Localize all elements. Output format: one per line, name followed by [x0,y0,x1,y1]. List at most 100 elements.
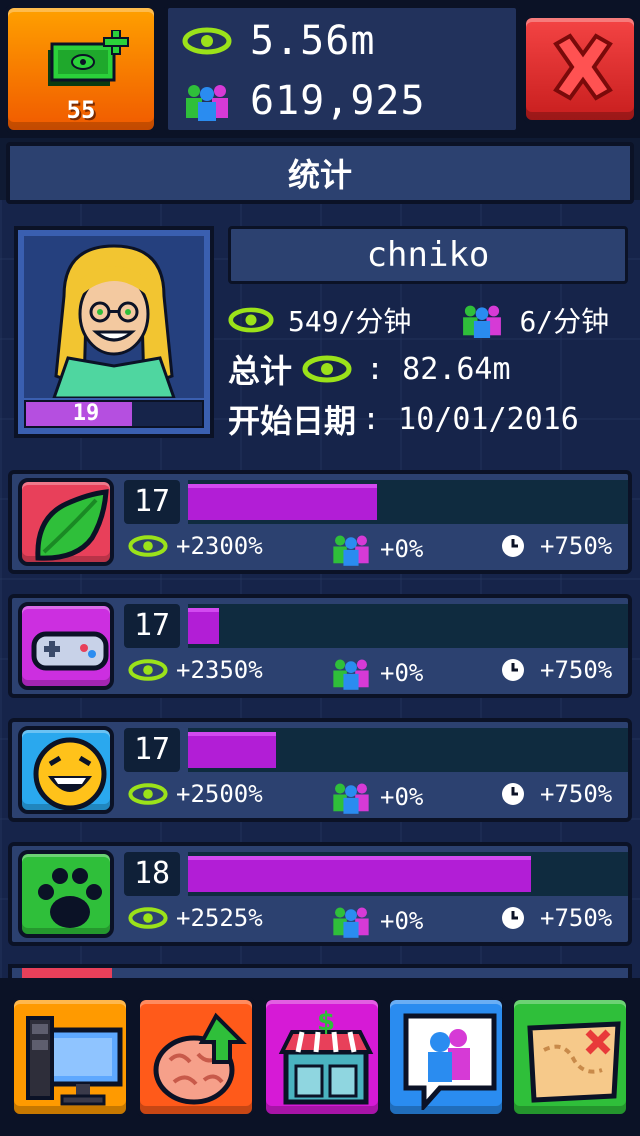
close-button[interactable] [522,14,638,124]
time-bonus: +750% [540,532,613,560]
followers-icon [333,907,369,938]
views-total: 5.56m [250,18,376,64]
brain-upgrade-icon [153,1012,247,1105]
category-card[interactable]: 17 +2300% +0% +750% [8,470,632,574]
followers-icon [333,535,369,566]
category-card[interactable]: 17 +2500% +0% +750% [8,718,632,822]
cash-button[interactable]: 55 [4,4,158,134]
category-progress-fill [188,856,532,892]
category-card[interactable]: 18 +2525% +0% +750% [8,842,632,946]
category-progress-track [188,480,628,524]
category-progress-track [188,604,628,648]
eye-icon [182,27,232,55]
category-icon-button[interactable] [18,850,114,938]
eye-icon [128,659,168,681]
page-title: 统计 [287,156,352,194]
player-name: chniko [366,235,490,275]
eye-icon [302,355,352,383]
map-icon [527,1021,621,1103]
eye-icon [228,307,274,333]
followers-total: 619,925 [250,78,426,124]
followers-icon [463,305,502,338]
bottom-nav: $ [0,978,640,1136]
views-bonus-stat: +2525% [128,904,263,932]
category-icon-button[interactable] [18,478,114,566]
time-bonus-stat: +750% [500,532,612,560]
category-progress-fill [188,732,276,768]
time-bonus-stat: +750% [500,904,612,932]
category-card[interactable]: 17 +2350% +0% +750% [8,594,632,698]
streamer-avatar-icon [24,236,204,398]
paw-icon [38,868,102,928]
category-progress-fill [188,484,378,520]
nav-shop-button[interactable]: $ [262,996,382,1118]
time-bonus-stat: +750% [500,780,612,808]
category-progress-track [188,728,628,772]
cash-plus-icon [48,30,129,86]
rate-row: 549/分钟 6/分钟 [228,300,638,340]
top-bar: 55 5.56m 619,925 [0,0,640,138]
clock-icon [502,659,524,681]
followers-icon [186,85,228,121]
total-views: : 82.64m [366,351,511,387]
followers-icon [333,783,369,814]
eye-icon [128,535,168,557]
nav-map-button[interactable] [510,996,630,1118]
svg-text:$: $ [317,1010,335,1037]
views-bonus: +2500% [176,780,263,808]
shop-icon: $ [278,1010,374,1105]
views-bonus-stat: +2300% [128,532,263,560]
time-bonus: +750% [540,904,613,932]
category-progress-fill [188,608,219,644]
nav-upgrade-button[interactable] [136,996,256,1118]
followers-bonus: +0% [380,535,424,563]
eye-icon [128,907,168,929]
category-level: 17 [124,728,180,772]
views-total-line: 5.56m [182,18,375,64]
total-label: 总计 [228,352,293,390]
views-bonus-stat: +2500% [128,780,263,808]
views-bonus-stat: +2350% [128,656,263,684]
category-level: 17 [124,480,180,524]
clock-icon [502,783,524,805]
streaming-setup-icon [26,1016,123,1106]
page-title-bar: 统计 [6,142,634,204]
followers-bonus-stat: +0% [330,904,423,938]
player-level: 19 [72,401,100,426]
clock-icon [502,907,524,929]
totals-panel: 5.56m 619,925 [164,4,520,134]
eye-icon [128,783,168,805]
player-name-box: chniko [228,226,628,284]
views-rate: 549/分钟 [288,305,412,338]
followers-rate: 6/分钟 [519,305,610,338]
views-bonus: +2300% [176,532,263,560]
category-icon-button[interactable] [18,602,114,690]
start-date: : 10/01/2016 [362,401,579,437]
views-bonus: +2525% [176,904,263,932]
avatar-frame: 19 [14,226,214,438]
leaf-icon [35,489,109,561]
chat-people-icon [403,1013,497,1110]
category-icon-button[interactable] [18,726,114,814]
gamepad-icon [31,631,109,671]
category-level: 18 [124,852,180,896]
followers-bonus-stat: +0% [330,532,423,566]
followers-bonus-stat: +0% [330,656,423,690]
start-date-label: 开始日期 [228,402,357,440]
laughing-face-icon [33,737,107,811]
cash-count: 55 [66,96,96,124]
clock-icon [502,535,524,557]
category-level: 17 [124,604,180,648]
followers-icon [333,659,369,690]
followers-bonus: +0% [380,659,424,687]
followers-bonus: +0% [380,783,424,811]
views-bonus: +2350% [176,656,263,684]
avatar [24,236,204,398]
total-views-line: 总计 : 82.64m [228,346,511,392]
nav-social-button[interactable] [386,996,506,1118]
time-bonus: +750% [540,780,613,808]
followers-bonus: +0% [380,907,424,935]
nav-streaming-setup-button[interactable] [10,996,130,1118]
player-level-bar: 19 [24,400,204,428]
category-progress-track [188,852,628,896]
